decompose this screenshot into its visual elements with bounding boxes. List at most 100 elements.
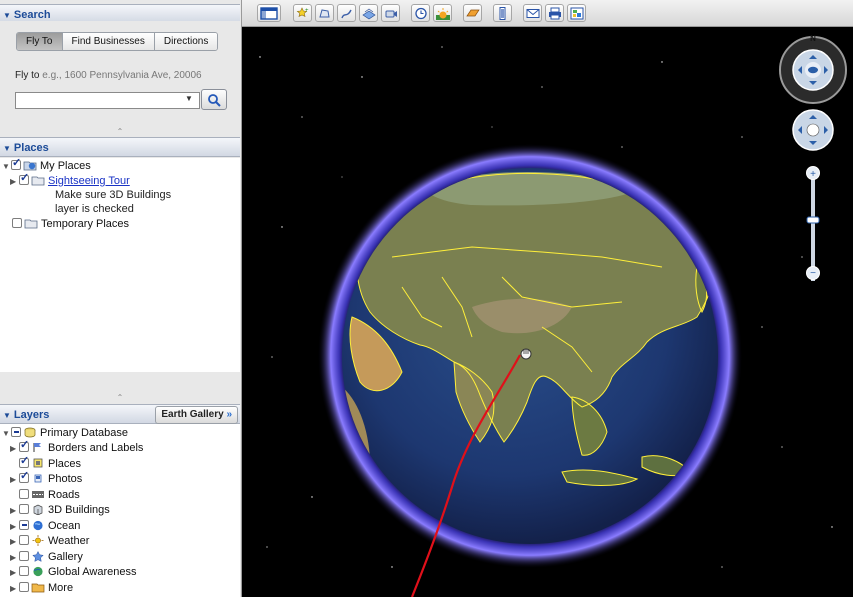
image-overlay-icon bbox=[362, 8, 376, 20]
collapse-triangle-icon[interactable]: ▼ bbox=[3, 144, 11, 153]
historical-imagery-button[interactable] bbox=[411, 4, 430, 22]
folder-icon bbox=[31, 176, 45, 185]
hand-grab-icon bbox=[806, 123, 820, 137]
history-dropdown-icon[interactable]: ▼ bbox=[185, 94, 193, 103]
layer-item-ocean[interactable]: ▶ Ocean bbox=[10, 519, 80, 534]
zoom-in-icon[interactable]: + bbox=[810, 169, 816, 180]
layers-panel-header[interactable]: ▼ Layers Earth Gallery » bbox=[0, 404, 240, 424]
zoom-thumb[interactable] bbox=[806, 216, 820, 224]
expand-open-icon[interactable]: ▼ bbox=[2, 159, 11, 174]
add-placemark-button[interactable]: + bbox=[293, 4, 312, 22]
checkbox[interactable] bbox=[11, 427, 21, 438]
collapse-triangle-icon[interactable]: ▼ bbox=[3, 411, 11, 420]
fly-to-input[interactable] bbox=[15, 92, 200, 109]
checkbox[interactable] bbox=[19, 489, 29, 500]
search-title: Search bbox=[13, 9, 51, 21]
sightseeing-tour-link[interactable]: Sightseeing Tour bbox=[48, 175, 130, 187]
layer-label: Gallery bbox=[48, 551, 83, 563]
ocean-globe-icon bbox=[33, 520, 43, 530]
checkbox[interactable] bbox=[11, 156, 21, 171]
layer-label: Global Awareness bbox=[48, 566, 137, 578]
resize-grip-icon[interactable]: ⌃ bbox=[0, 393, 240, 402]
globe-3d-view[interactable] bbox=[242, 27, 853, 597]
checkbox[interactable] bbox=[19, 454, 29, 469]
star-icon bbox=[32, 550, 44, 562]
layer-item-borders-and-labels[interactable]: ▶ Borders and Labels bbox=[10, 438, 143, 456]
record-tour-button[interactable] bbox=[381, 4, 400, 22]
zoom-slider[interactable]: + − bbox=[806, 166, 820, 282]
places-item-temporary-places[interactable]: Temporary Places bbox=[12, 217, 129, 232]
layer-item-3d-buildings[interactable]: ▶ 3D Buildings bbox=[10, 503, 110, 518]
view-in-maps-icon bbox=[570, 7, 584, 20]
resize-grip-icon[interactable]: ⌃ bbox=[0, 127, 240, 136]
tab-find-businesses[interactable]: Find Businesses bbox=[61, 33, 154, 50]
places-item-sightseeing-tour[interactable]: ▶ Sightseeing Tour bbox=[10, 171, 130, 189]
planets-button[interactable] bbox=[463, 4, 482, 22]
polygon-icon bbox=[319, 9, 330, 18]
places-item-my-places[interactable]: ▼ My Places bbox=[2, 156, 91, 174]
add-path-button[interactable] bbox=[337, 4, 356, 22]
tab-directions[interactable]: Directions bbox=[153, 33, 218, 50]
tour-description-line1: Make sure 3D Buildings bbox=[55, 189, 172, 201]
print-button[interactable] bbox=[545, 4, 564, 22]
global-awareness-icon bbox=[33, 566, 43, 576]
tab-fly-to[interactable]: Fly To bbox=[17, 33, 62, 50]
sunlight-icon bbox=[436, 8, 450, 20]
zoom-out-icon[interactable]: − bbox=[810, 268, 816, 279]
sidebar-toggle-button[interactable] bbox=[257, 4, 281, 22]
sidebar-toggle-icon bbox=[260, 7, 278, 20]
layers-title: Layers bbox=[13, 409, 50, 421]
layer-label: More bbox=[48, 582, 74, 594]
map-view[interactable]: N + − bbox=[242, 27, 853, 597]
add-polygon-button[interactable] bbox=[315, 4, 334, 22]
collapse-triangle-icon[interactable]: ▼ bbox=[3, 11, 11, 20]
placemark-icon: + bbox=[296, 7, 309, 18]
checkbox[interactable] bbox=[19, 438, 29, 453]
add-image-overlay-button[interactable] bbox=[359, 4, 378, 22]
compass-north-label[interactable]: N bbox=[810, 34, 816, 43]
move-joystick[interactable] bbox=[792, 109, 834, 151]
expand-open-icon[interactable]: ▼ bbox=[2, 426, 11, 441]
earth-gallery-button[interactable]: Earth Gallery » bbox=[155, 406, 238, 424]
expand-closed-icon[interactable]: ▶ bbox=[10, 441, 19, 456]
layer-item-global-awareness[interactable]: ▶ Global Awareness bbox=[10, 565, 136, 580]
layer-item-more[interactable]: ▶ More bbox=[10, 581, 73, 596]
checkbox[interactable] bbox=[19, 469, 29, 484]
tour-description-line2: layer is checked bbox=[55, 203, 134, 215]
checkbox[interactable] bbox=[19, 551, 29, 562]
layer-item-weather[interactable]: ▶ Weather bbox=[10, 534, 89, 549]
expand-closed-icon[interactable]: ▶ bbox=[10, 534, 19, 549]
expand-closed-icon[interactable]: ▶ bbox=[10, 581, 19, 596]
print-icon bbox=[549, 7, 561, 20]
checkbox[interactable] bbox=[19, 171, 29, 186]
layer-label: Roads bbox=[48, 489, 80, 501]
expand-closed-icon[interactable]: ▶ bbox=[10, 503, 19, 518]
checkbox[interactable] bbox=[19, 504, 29, 515]
database-icon bbox=[24, 427, 36, 437]
expand-closed-icon[interactable]: ▶ bbox=[10, 550, 19, 565]
search-button[interactable] bbox=[201, 89, 227, 110]
expand-closed-icon[interactable]: ▶ bbox=[10, 519, 19, 534]
places-panel-header[interactable]: ▼ Places bbox=[0, 137, 240, 157]
expand-closed-icon[interactable]: ▶ bbox=[10, 174, 19, 189]
layer-item-roads[interactable]: Roads bbox=[19, 488, 80, 503]
checkbox[interactable] bbox=[19, 582, 29, 593]
expand-closed-icon[interactable]: ▶ bbox=[10, 565, 19, 580]
checkbox[interactable] bbox=[19, 566, 29, 577]
layer-item-gallery[interactable]: ▶ Gallery bbox=[10, 550, 83, 565]
places-title: Places bbox=[13, 142, 49, 154]
folder-icon bbox=[24, 219, 38, 228]
road-icon bbox=[32, 490, 44, 498]
layer-item-photos[interactable]: ▶ Photos bbox=[10, 469, 82, 487]
layer-label: Ocean bbox=[48, 520, 81, 532]
expand-closed-icon[interactable]: ▶ bbox=[10, 472, 19, 487]
checkbox[interactable] bbox=[19, 520, 29, 531]
checkbox[interactable] bbox=[19, 535, 29, 546]
double-chevron-icon: » bbox=[226, 409, 232, 420]
view-in-maps-button[interactable] bbox=[567, 4, 586, 22]
email-button[interactable] bbox=[523, 4, 542, 22]
ruler-button[interactable] bbox=[493, 4, 512, 22]
look-joystick[interactable] bbox=[779, 36, 847, 104]
sunlight-button[interactable] bbox=[433, 4, 452, 22]
checkbox[interactable] bbox=[12, 218, 22, 229]
